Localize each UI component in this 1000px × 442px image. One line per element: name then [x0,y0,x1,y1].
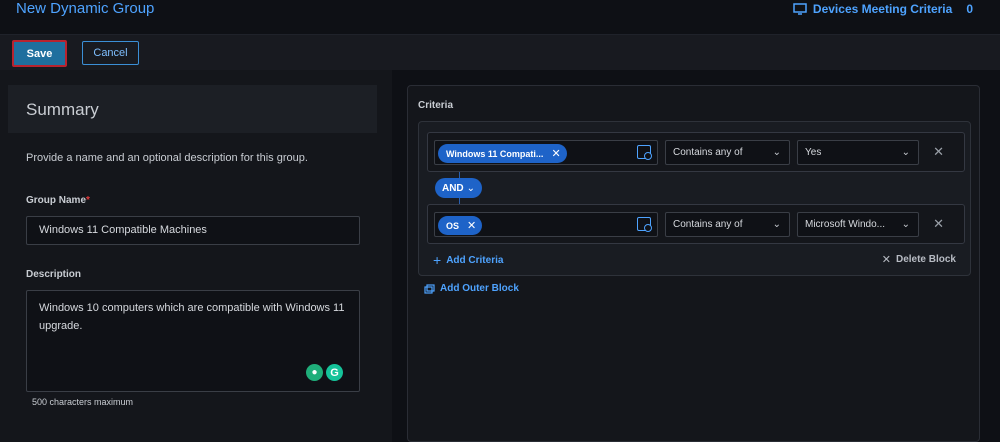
operator-select[interactable]: Contains any of ⌄ [665,140,790,165]
devices-meeting-criteria-link[interactable]: Devices Meeting Criteria 0 [793,2,973,16]
writing-assistant: ● G [306,364,343,381]
criteria-panel: Criteria Windows 11 Compati... ✕ Contain… [407,85,980,442]
required-marker: * [86,195,90,206]
grammarly-icon[interactable]: G [326,364,343,381]
field-chip-label: Windows 11 Compati... [446,148,544,159]
summary-heading: Summary [26,100,99,119]
add-criteria-label: Add Criteria [446,254,504,266]
summary-intro: Provide a name and an optional descripti… [26,152,308,164]
add-criteria-button[interactable]: + Add Criteria [433,252,503,268]
remove-chip-icon[interactable]: ✕ [551,147,560,160]
remove-criteria-icon[interactable]: ✕ [933,144,944,160]
add-outer-block-button[interactable]: Add Outer Block [424,283,519,294]
close-icon: ✕ [881,254,891,266]
join-operator-toggle[interactable]: AND ⌄ [435,178,482,198]
chevron-down-icon: ⌄ [772,147,781,158]
remove-chip-icon[interactable]: ✕ [467,219,476,232]
value-text: Microsoft Windo... [805,219,886,230]
field-picker-icon[interactable] [637,217,652,232]
description-label: Description [26,269,82,280]
add-outer-block-label: Add Outer Block [440,283,519,294]
chevron-down-icon: ⌄ [772,219,781,230]
delete-block-label: Delete Block [895,254,956,265]
group-name-field[interactable]: Windows 11 Compatible Machines [26,216,360,245]
add-block-icon [424,283,435,294]
plus-icon: + [433,252,442,268]
group-name-label: Group Name* [26,195,90,206]
description-text: Windows 10 computers which are compatibl… [39,302,345,332]
devices-label: Devices Meeting Criteria [812,2,953,16]
criteria-label: Criteria [418,100,454,111]
value-select[interactable]: Yes ⌄ [797,140,919,165]
value-text: Yes [805,147,822,158]
monitor-icon [793,3,807,15]
delete-block-button[interactable]: ✕ Delete Block [882,253,956,266]
field-selector[interactable]: OS ✕ [434,212,658,237]
operator-value: Contains any of [673,147,743,158]
value-select[interactable]: Microsoft Windo... ⌄ [797,212,919,237]
summary-panel: Summary Provide a name and an optional d… [0,70,392,442]
field-selector[interactable]: Windows 11 Compati... ✕ [434,140,658,165]
join-label: AND [441,182,464,194]
summary-header: Summary [8,85,377,133]
criteria-row: OS ✕ Contains any of ⌄ Microsoft Windo..… [427,204,965,244]
field-chip: Windows 11 Compati... ✕ [438,144,567,163]
operator-select[interactable]: Contains any of ⌄ [665,212,790,237]
field-picker-icon[interactable] [637,145,652,160]
field-chip: OS ✕ [438,216,483,235]
lightbulb-icon[interactable]: ● [306,364,323,381]
criteria-block: Windows 11 Compati... ✕ Contains any of … [418,121,971,276]
remove-criteria-icon[interactable]: ✕ [933,216,944,232]
chevron-down-icon: ⌄ [901,147,910,158]
cancel-button[interactable]: Cancel [82,41,139,65]
save-button[interactable]: Save [12,40,67,67]
field-chip-label: OS [446,220,460,231]
operator-value: Contains any of [673,219,743,230]
char-limit-hint: 500 characters maximum [32,397,134,407]
chevron-down-icon: ⌄ [466,182,476,194]
action-toolbar: Save Cancel [0,34,1000,70]
devices-count: 0 [966,2,973,16]
top-bar: New Dynamic Group Devices Meeting Criter… [0,0,1000,33]
description-field[interactable]: Windows 10 computers which are compatibl… [26,290,360,392]
chevron-down-icon: ⌄ [901,219,910,230]
page-title: New Dynamic Group [16,0,155,17]
criteria-row: Windows 11 Compati... ✕ Contains any of … [427,132,965,172]
